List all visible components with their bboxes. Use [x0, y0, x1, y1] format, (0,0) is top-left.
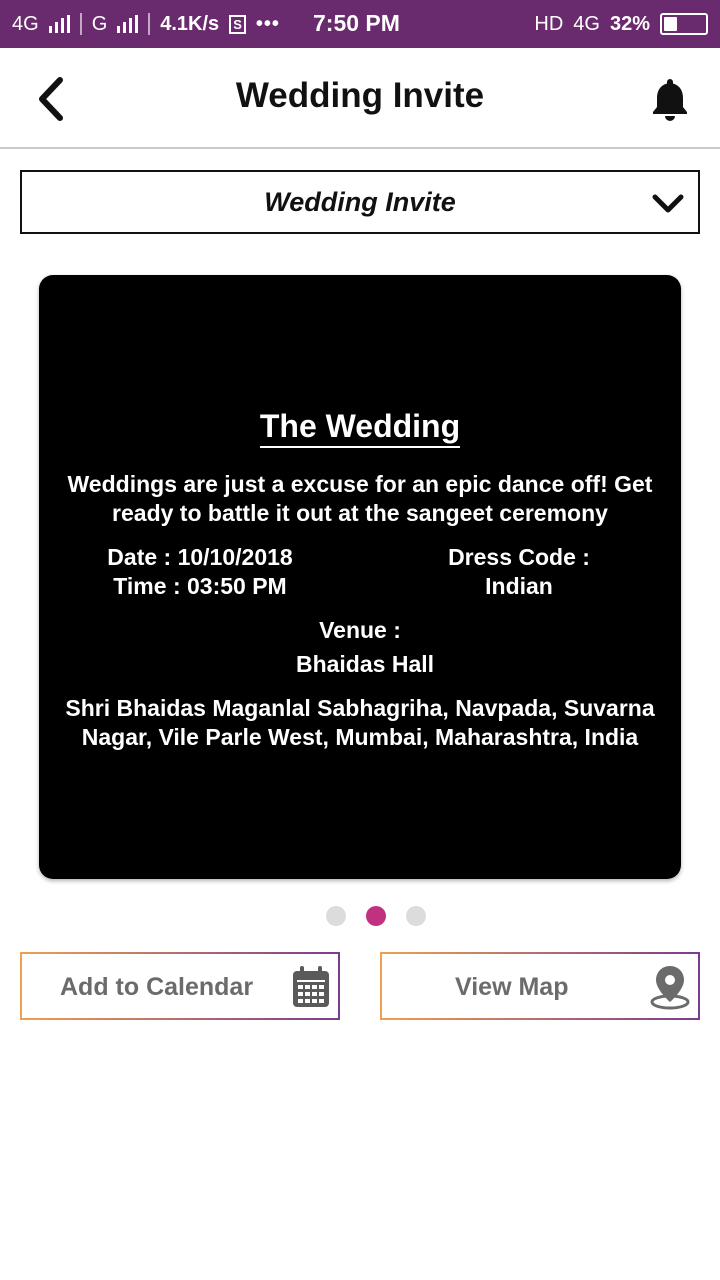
network-type-3: 4G	[573, 12, 600, 35]
venue-name: Bhaidas Hall	[295, 651, 435, 677]
event-date: Date : 10/10/2018	[107, 544, 293, 570]
venue-address: Shri Bhaidas Maganlal Sabhagriha, Navpad…	[65, 695, 655, 750]
pager-dot-2[interactable]	[366, 906, 386, 926]
battery-icon	[660, 13, 708, 35]
pager-dot-3[interactable]	[406, 906, 426, 926]
event-datetime: Date : 10/10/2018 Time : 03:50 PM	[79, 543, 321, 601]
invite-type-dropdown[interactable]: Wedding Invite	[20, 170, 700, 234]
dress-code-label: Dress Code :	[448, 544, 590, 570]
map-pin-icon	[650, 966, 690, 1010]
dropdown-selected-value: Wedding Invite	[264, 187, 456, 217]
add-to-calendar-button[interactable]: Add to Calendar	[20, 952, 340, 1020]
pager-dot-1[interactable]	[326, 906, 346, 926]
notification-button[interactable]	[650, 76, 690, 122]
battery-fill	[664, 17, 677, 31]
venue-label: Venue :	[319, 617, 401, 643]
status-bar: 4G G 4.1K/s S ••• 7:50 PM HD 4G 32%	[0, 0, 720, 48]
card-description: Weddings are just a excuse for an epic d…	[67, 471, 653, 526]
view-map-label: View Map	[455, 973, 569, 1001]
more-notifications-icon: •••	[255, 12, 280, 35]
network-speed: 4.1K/s	[160, 12, 220, 35]
signal-icon	[48, 15, 70, 33]
chevron-down-icon	[652, 194, 684, 213]
card-title: The Wedding	[39, 408, 681, 448]
status-right: HD 4G 32%	[534, 13, 708, 36]
calendar-icon	[293, 966, 329, 1007]
invite-card[interactable]: The Wedding Weddings are just a excuse f…	[39, 275, 681, 879]
screenshot-notification-icon: S	[229, 14, 246, 34]
event-time: Time : 03:50 PM	[113, 573, 287, 599]
hd-indicator: HD	[534, 12, 564, 35]
dress-code-value: Indian	[485, 573, 553, 599]
bell-icon	[653, 79, 687, 121]
divider	[148, 13, 151, 35]
signal-icon-2	[117, 15, 139, 33]
dress-code: Dress Code : Indian	[417, 543, 621, 601]
status-time: 7:50 PM	[313, 10, 400, 36]
divider	[79, 13, 82, 35]
network-type-1: 4G	[12, 12, 39, 35]
view-map-button[interactable]: View Map	[380, 952, 700, 1020]
app-bar: Wedding Invite	[0, 48, 720, 149]
pager-dots	[326, 906, 426, 926]
add-to-calendar-label: Add to Calendar	[60, 973, 254, 1001]
battery-percent: 32%	[609, 12, 650, 35]
page-title: Wedding Invite	[235, 76, 485, 115]
card-title-text: The Wedding	[259, 408, 461, 448]
network-type-2: G	[91, 12, 108, 35]
status-left: 4G G 4.1K/s S •••	[12, 13, 280, 36]
